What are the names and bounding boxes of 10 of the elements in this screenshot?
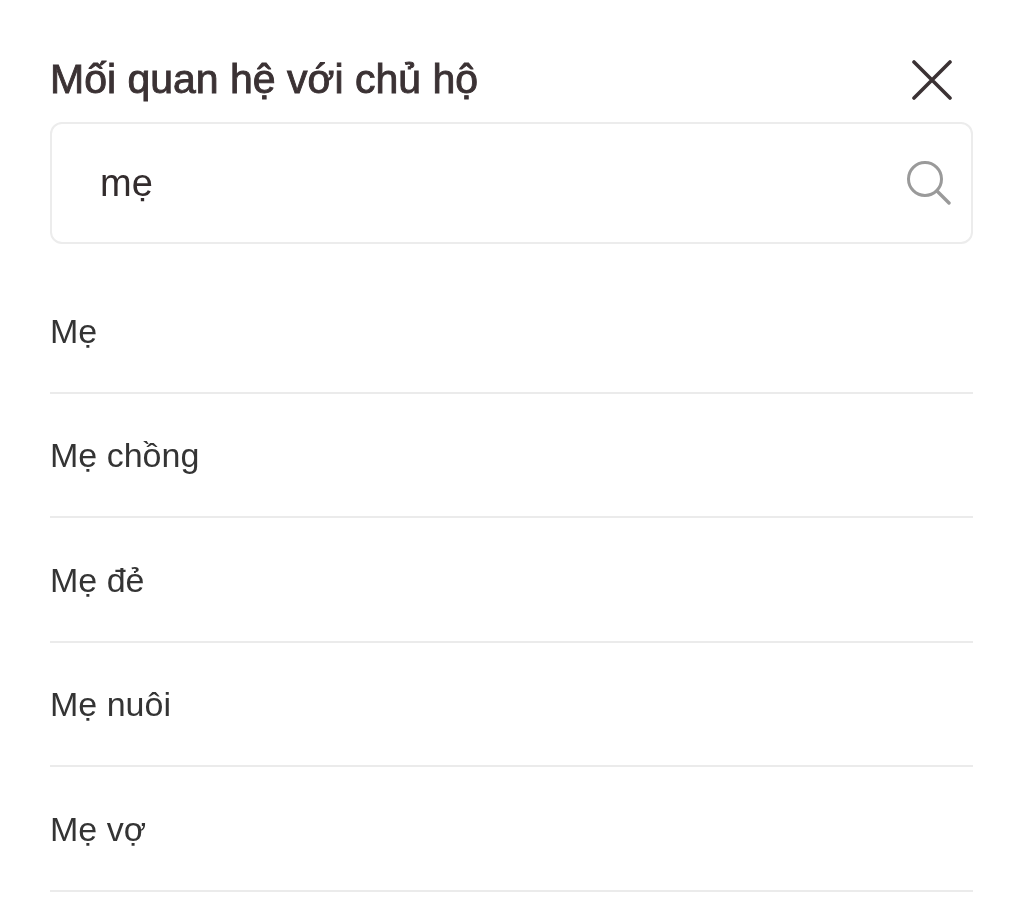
search-field[interactable]: mẹ [50,122,973,244]
search-icon [906,160,951,205]
option-item[interactable]: Mẹ [50,311,98,351]
option-item[interactable]: Mẹ chồng [50,436,200,476]
dialog-title: Mối quan hệ với chủ hộ [50,55,479,105]
option-item[interactable]: Mẹ nuôi [50,685,171,725]
option-item[interactable]: Mẹ vợ [50,809,146,849]
close-icon [912,60,952,100]
close-button[interactable] [911,59,953,101]
option-item[interactable]: Mẹ đẻ [50,560,145,600]
